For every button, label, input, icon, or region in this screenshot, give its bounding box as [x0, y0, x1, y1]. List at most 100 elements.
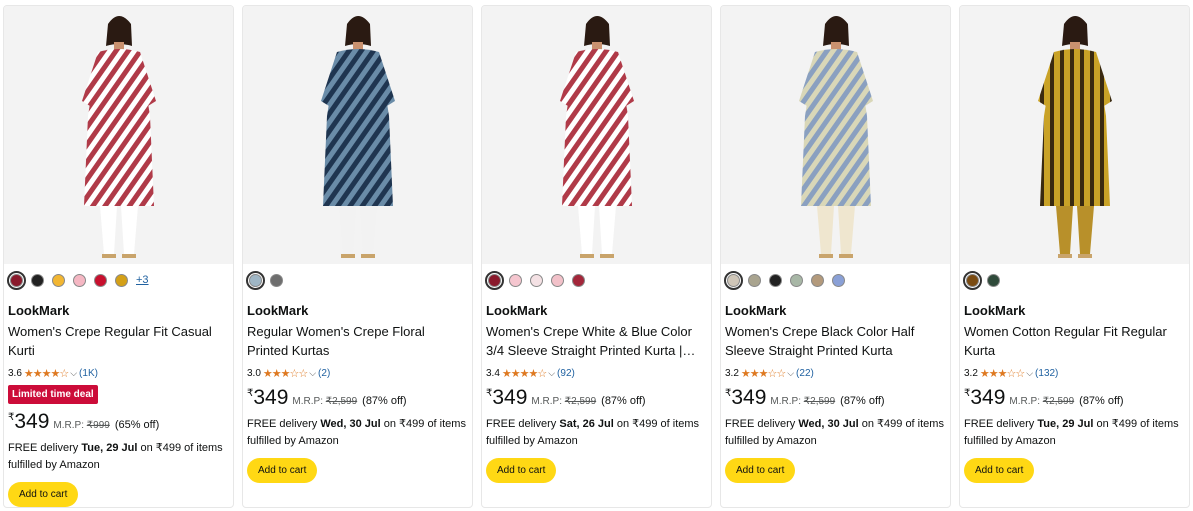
rating-row[interactable]: 3.2 ★★★☆☆ ⌵ (132) — [964, 366, 1185, 380]
star-rating-icon[interactable]: ★★★☆☆ — [980, 367, 1025, 380]
mrp-value: ₹2,599 — [564, 396, 597, 407]
color-swatch[interactable] — [485, 270, 504, 290]
price-row: ₹ 349 M.R.P: ₹2,599 (87% off) — [486, 386, 707, 410]
product-card[interactable]: LookMark Women's Crepe White & Blue Colo… — [481, 5, 712, 508]
rating-value: 3.2 — [725, 367, 739, 379]
color-swatches — [485, 270, 707, 290]
color-swatch[interactable] — [963, 270, 982, 290]
rating-row[interactable]: 3.2 ★★★☆☆ ⌵ (22) — [725, 366, 946, 380]
chevron-down-icon[interactable]: ⌵ — [1026, 368, 1033, 379]
color-swatch[interactable] — [987, 273, 1000, 287]
delivery-info: FREE delivery Wed, 30 Jul on ₹499 of ite… — [725, 416, 946, 450]
delivery-date: Sat, 26 Jul — [559, 418, 614, 430]
deal-badge: Limited time deal — [8, 385, 98, 404]
add-to-cart-button[interactable]: Add to cart — [486, 458, 557, 483]
delivery-prefix: FREE delivery — [725, 418, 799, 430]
color-swatches: +3 — [7, 270, 229, 290]
price: 349 — [731, 386, 767, 409]
product-title[interactable]: Women Cotton Regular Fit Regular Kurta — [964, 322, 1185, 360]
product-title[interactable]: Regular Women's Crepe Floral Printed Kur… — [247, 322, 468, 360]
rating-row[interactable]: 3.4 ★★★★☆ ⌵ (92) — [486, 366, 707, 380]
product-card[interactable]: +3 LookMark Women's Crepe Regular Fit Ca… — [3, 5, 234, 508]
product-image[interactable] — [4, 6, 233, 264]
mrp-label: M.R.P: ₹2,599 — [292, 396, 357, 407]
rating-row[interactable]: 3.0 ★★★☆☆ ⌵ (2) — [247, 366, 468, 380]
product-title[interactable]: Women's Crepe Black Color Half Sleeve St… — [725, 322, 946, 360]
chevron-down-icon[interactable]: ⌵ — [548, 368, 555, 379]
product-image[interactable] — [960, 6, 1189, 264]
color-swatch[interactable] — [832, 273, 845, 287]
color-swatch[interactable] — [7, 270, 26, 290]
review-count-link[interactable]: (2) — [318, 368, 330, 379]
price: 349 — [970, 386, 1006, 409]
color-swatches — [724, 270, 946, 290]
delivery-info: FREE delivery Tue, 29 Jul on ₹499 of ite… — [964, 416, 1185, 450]
brand-name: LookMark — [8, 303, 70, 318]
review-count-link[interactable]: (92) — [557, 368, 575, 379]
delivery-prefix: FREE delivery — [964, 418, 1038, 430]
add-to-cart-button[interactable]: Add to cart — [247, 458, 318, 483]
price: 349 — [253, 386, 289, 409]
color-swatch[interactable] — [790, 273, 803, 287]
chevron-down-icon[interactable]: ⌵ — [309, 368, 316, 379]
color-swatch[interactable] — [270, 273, 283, 287]
rating-value: 3.2 — [964, 367, 978, 379]
price: 349 — [492, 386, 528, 409]
rating-row[interactable]: 3.6 ★★★★☆ ⌵ (1K) — [8, 366, 229, 380]
mrp-label: M.R.P: ₹999 — [53, 420, 109, 431]
color-swatch[interactable] — [509, 273, 522, 287]
star-rating-icon[interactable]: ★★★☆☆ — [741, 367, 786, 380]
add-to-cart-button[interactable]: Add to cart — [8, 482, 79, 507]
chevron-down-icon[interactable]: ⌵ — [787, 368, 794, 379]
more-colors-link[interactable]: +3 — [136, 274, 149, 286]
color-swatch[interactable] — [73, 273, 86, 287]
color-swatch[interactable] — [94, 273, 107, 287]
color-swatch[interactable] — [724, 270, 743, 290]
brand-name: LookMark — [725, 303, 787, 318]
review-count-link[interactable]: (132) — [1035, 368, 1058, 379]
chevron-down-icon[interactable]: ⌵ — [70, 368, 77, 379]
product-card[interactable]: LookMark Regular Women's Crepe Floral Pr… — [242, 5, 473, 508]
delivery-date: Tue, 29 Jul — [81, 442, 138, 454]
delivery-prefix: FREE delivery — [247, 418, 321, 430]
mrp-label: M.R.P: ₹2,599 — [1009, 396, 1074, 407]
add-to-cart-button[interactable]: Add to cart — [964, 458, 1035, 483]
color-swatch[interactable] — [769, 273, 782, 287]
rating-value: 3.4 — [486, 367, 500, 379]
color-swatch[interactable] — [748, 273, 761, 287]
product-image[interactable] — [482, 6, 711, 264]
product-title[interactable]: Women's Crepe White & Blue Color 3/4 Sle… — [486, 322, 707, 360]
delivery-date: Wed, 30 Jul — [798, 418, 859, 430]
color-swatch[interactable] — [246, 270, 265, 290]
product-image[interactable] — [243, 6, 472, 264]
star-rating-icon[interactable]: ★★★★☆ — [502, 367, 547, 380]
color-swatch[interactable] — [551, 273, 564, 287]
star-rating-icon[interactable]: ★★★☆☆ — [263, 367, 308, 380]
product-grid: +3 LookMark Women's Crepe Regular Fit Ca… — [0, 0, 1193, 511]
review-count-link[interactable]: (22) — [796, 368, 814, 379]
product-image[interactable] — [721, 6, 950, 264]
mrp-text: M.R.P: — [531, 396, 562, 407]
delivery-date: Tue, 29 Jul — [1037, 418, 1094, 430]
color-swatch[interactable] — [52, 273, 65, 287]
mrp-label: M.R.P: ₹2,599 — [770, 396, 835, 407]
delivery-info: FREE delivery Sat, 26 Jul on ₹499 of ite… — [486, 416, 707, 450]
color-swatch[interactable] — [31, 273, 44, 287]
delivery-info: FREE delivery Wed, 30 Jul on ₹499 of ite… — [247, 416, 468, 450]
color-swatch[interactable] — [115, 273, 128, 287]
star-rating-icon[interactable]: ★★★★☆ — [24, 367, 69, 380]
color-swatch[interactable] — [530, 273, 543, 287]
delivery-prefix: FREE delivery — [486, 418, 560, 430]
discount-text: (87% off) — [601, 395, 646, 407]
price-row: ₹ 349 M.R.P: ₹999 (65% off) — [8, 410, 229, 434]
color-swatch[interactable] — [572, 273, 585, 287]
mrp-value: ₹999 — [86, 420, 110, 431]
add-to-cart-button[interactable]: Add to cart — [725, 458, 796, 483]
color-swatch[interactable] — [811, 273, 824, 287]
product-card[interactable]: LookMark Women's Crepe Black Color Half … — [720, 5, 951, 508]
delivery-date: Wed, 30 Jul — [320, 418, 381, 430]
price-row: ₹ 349 M.R.P: ₹2,599 (87% off) — [247, 386, 468, 410]
product-card[interactable]: LookMark Women Cotton Regular Fit Regula… — [959, 5, 1190, 508]
review-count-link[interactable]: (1K) — [79, 368, 98, 379]
product-title[interactable]: Women's Crepe Regular Fit Casual Kurti — [8, 322, 229, 360]
